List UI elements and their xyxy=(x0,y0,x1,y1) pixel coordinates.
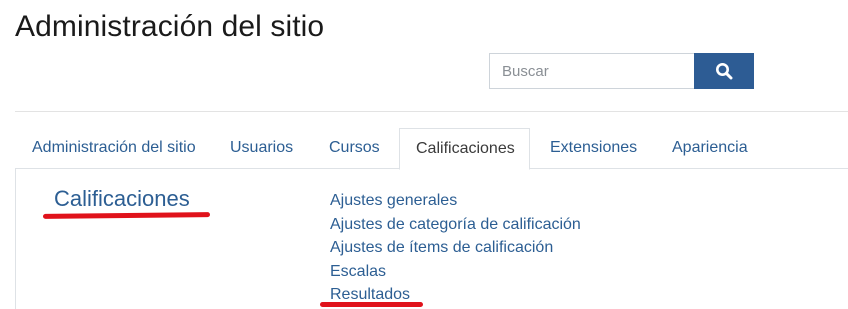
search-input[interactable] xyxy=(489,53,694,89)
link-ajustes-generales[interactable]: Ajustes generales xyxy=(330,190,581,214)
link-ajustes-items-calificacion[interactable]: Ajustes de ítems de calificación xyxy=(330,237,581,261)
search-icon xyxy=(716,63,733,80)
link-escalas[interactable]: Escalas xyxy=(330,261,581,285)
tab-extensiones[interactable]: Extensiones xyxy=(550,128,637,169)
settings-link-list: Ajustes generales Ajustes de categoría d… xyxy=(330,190,581,308)
section-heading-calificaciones[interactable]: Calificaciones xyxy=(54,186,190,212)
red-underline-annotation xyxy=(320,302,423,307)
admin-tabs: Administración del sitio Usuarios Cursos… xyxy=(15,128,848,170)
search-button[interactable] xyxy=(694,53,754,89)
link-ajustes-categoria-calificacion[interactable]: Ajustes de categoría de calificación xyxy=(330,214,581,238)
search-form xyxy=(489,53,754,89)
tab-usuarios[interactable]: Usuarios xyxy=(230,128,293,169)
tab-apariencia[interactable]: Apariencia xyxy=(672,128,748,169)
page-title: Administración del sitio xyxy=(15,10,325,43)
header-divider xyxy=(15,111,848,112)
tab-calificaciones[interactable]: Calificaciones xyxy=(399,128,530,170)
tab-administracion-del-sitio[interactable]: Administración del sitio xyxy=(32,128,196,169)
page: Administración del sitio Administración … xyxy=(0,0,848,309)
tab-cursos[interactable]: Cursos xyxy=(329,128,380,169)
